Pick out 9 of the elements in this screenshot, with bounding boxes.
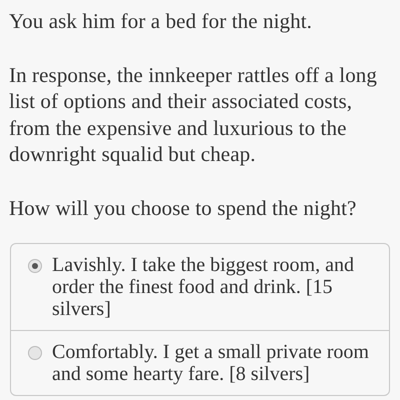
story-paragraph: In response, the innkeeper rattles off a long list of options and their associated costs, from the expensive and luxurious to the downright squalid but cheap. bbox=[9, 62, 378, 168]
choice-option[interactable]: Comfortably. I get a small private room and some hearty fare. [8 silvers] bbox=[11, 330, 389, 395]
story-paragraph: You ask him for a bed for the night. bbox=[9, 8, 314, 34]
radio-button[interactable] bbox=[28, 346, 42, 360]
radio-button[interactable] bbox=[28, 259, 42, 273]
choice-label: Comfortably. I get a small private room and some hearty fare. [8 silvers] bbox=[52, 341, 370, 385]
choice-label: Lavishly. I take the biggest room, and order the finest food and drink. [15 silvers] bbox=[52, 254, 355, 320]
story-paragraph: How will you choose to spend the night? bbox=[9, 194, 358, 221]
choice-option[interactable]: Lavishly. I take the biggest room, and order the finest food and drink. [15 silvers] bbox=[11, 244, 389, 330]
